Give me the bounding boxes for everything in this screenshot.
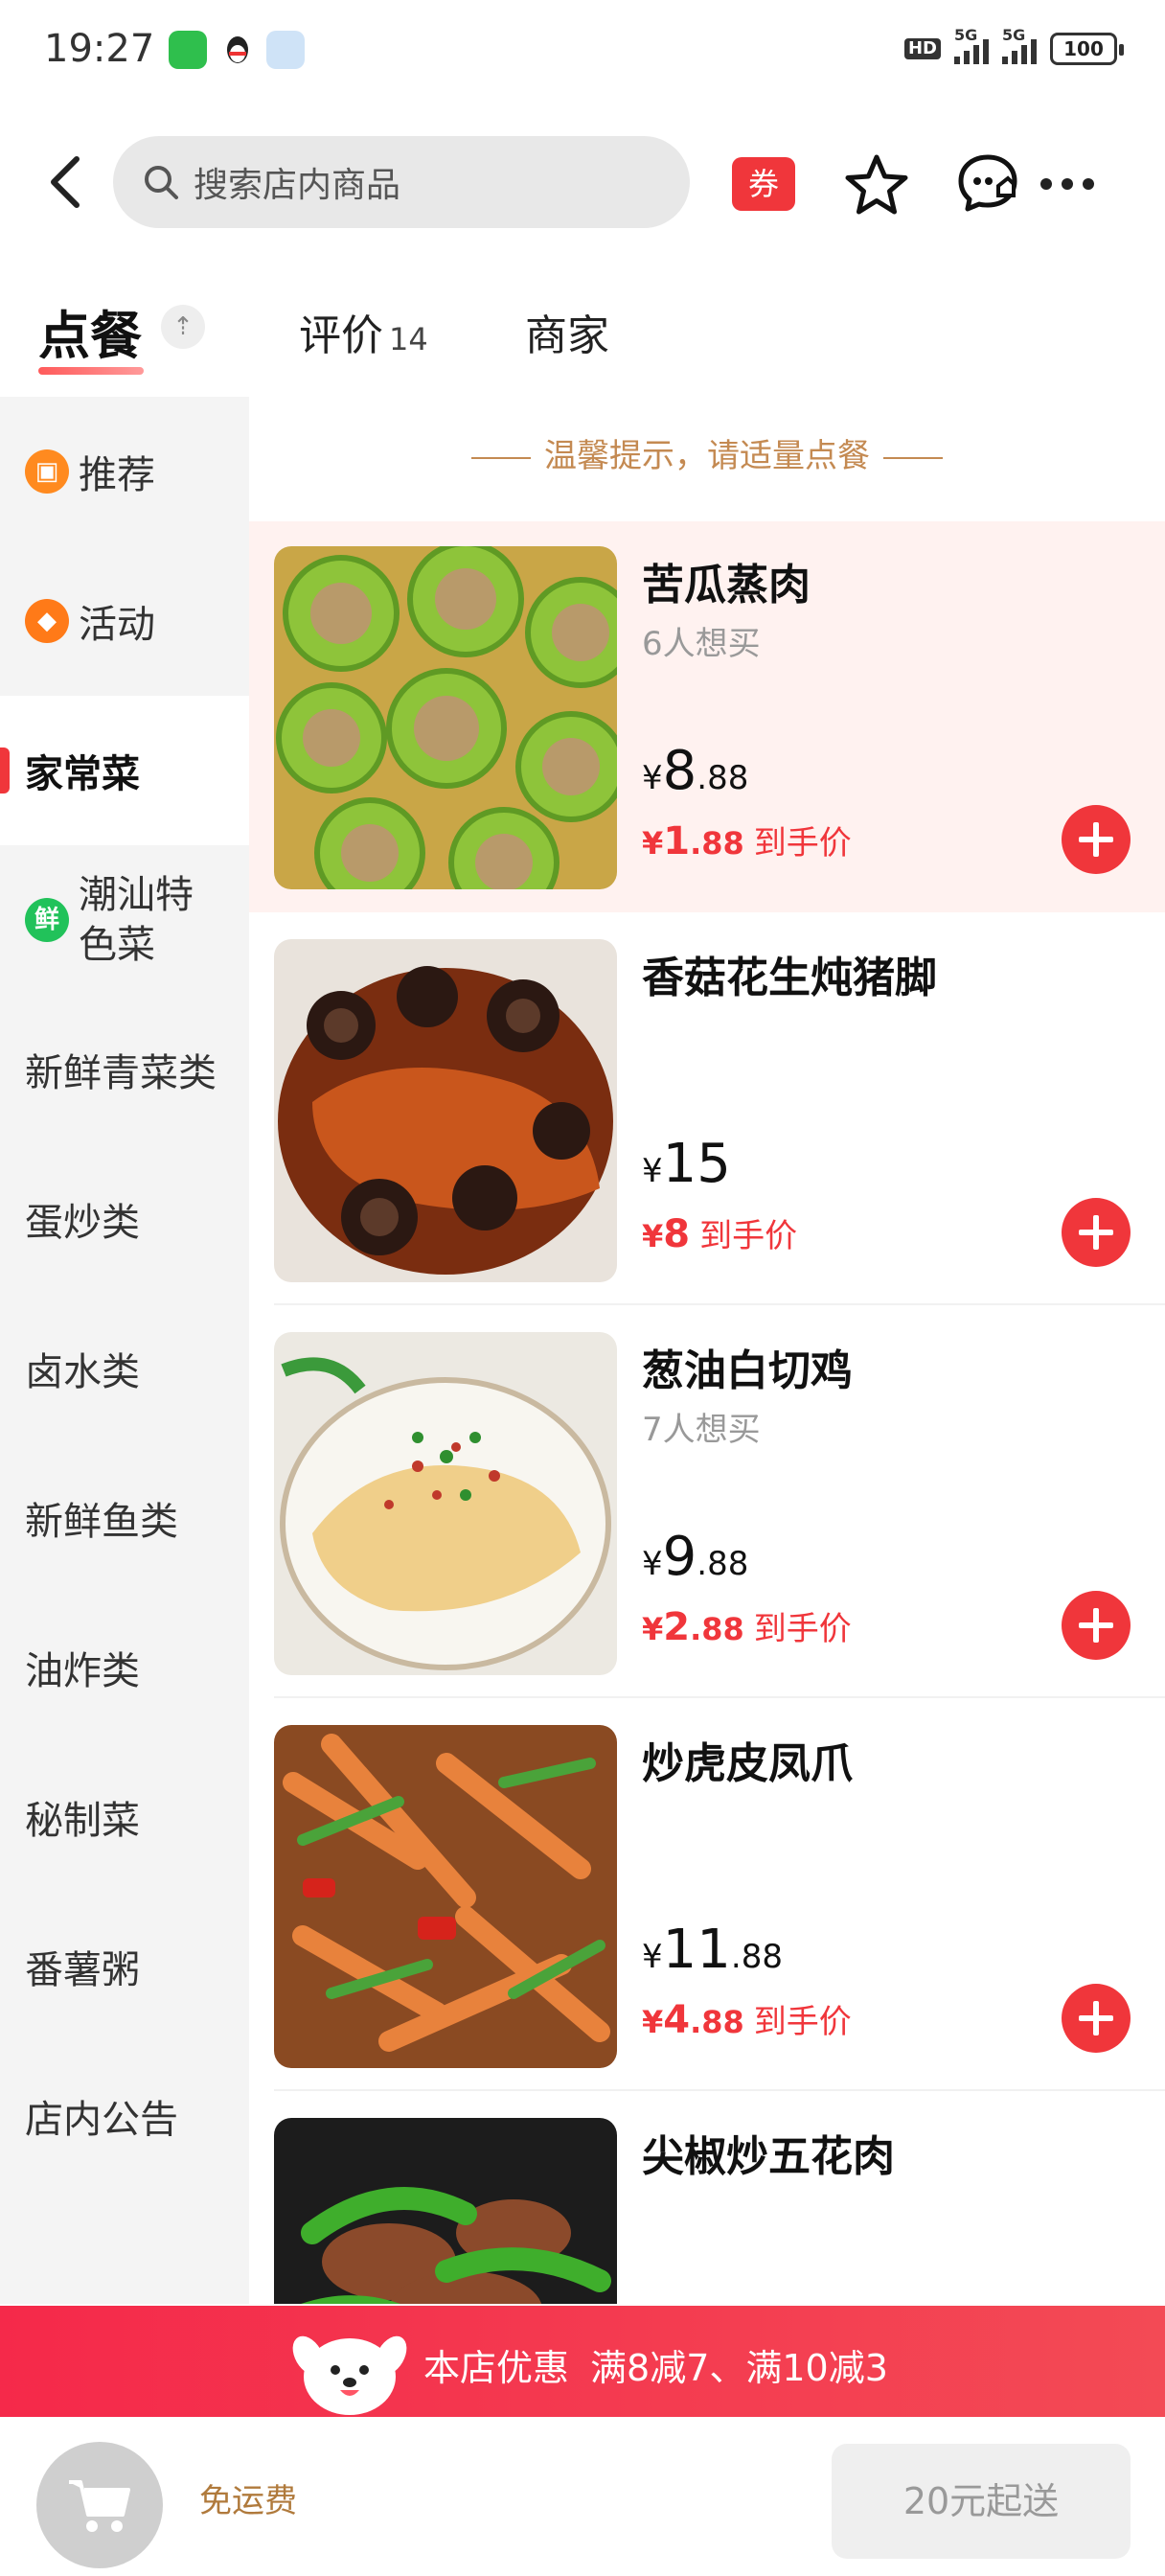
reviews-count: 14 xyxy=(389,321,428,357)
sidebar-item-fish[interactable]: 新鲜鱼类 xyxy=(0,1443,249,1593)
product-item[interactable]: 苦瓜蒸肉 6人想买 ¥8.88 ¥1.88 到手价 xyxy=(249,521,1165,912)
promo-text: 本店优惠 满8减7、满10减3 xyxy=(423,2347,888,2389)
tab-order[interactable]: 点餐 xyxy=(38,293,144,375)
product-name: 香菇花生炖猪脚 xyxy=(642,954,937,1002)
search-placeholder: 搜索店内商品 xyxy=(194,166,401,205)
fresh-badge-icon: 鲜 xyxy=(25,898,69,942)
product-image[interactable] xyxy=(274,939,617,1282)
battery-icon: 100 xyxy=(1050,33,1124,65)
product-name: 尖椒炒五花肉 xyxy=(642,2132,895,2181)
sidebar-item-home-dishes[interactable]: 家常菜 xyxy=(0,696,249,845)
product-price: ¥8.88 xyxy=(642,740,749,802)
status-right: HD 5G 5G 100 xyxy=(903,26,1124,65)
product-price: ¥11.88 xyxy=(642,1919,783,1981)
signal-icon: 5G xyxy=(1002,26,1037,64)
add-to-cart-button[interactable] xyxy=(1062,805,1131,874)
add-to-cart-button[interactable] xyxy=(1062,1984,1131,2053)
qq-icon xyxy=(218,31,257,69)
product-item[interactable]: 尖椒炒五花肉 xyxy=(249,2093,1165,2304)
cart-button[interactable] xyxy=(36,2442,163,2568)
signal-icon: 5G xyxy=(954,26,989,64)
tab-reviews[interactable]: 评价 14 xyxy=(299,301,428,362)
sidebar-item-recommend[interactable]: ▣ 推荐 xyxy=(0,397,249,546)
product-item[interactable]: 炒虎皮凤爪 ¥11.88 ¥4.88 到手价 xyxy=(249,1700,1165,2091)
product-image[interactable] xyxy=(274,2118,617,2304)
hd-badge: HD xyxy=(903,38,941,59)
product-want-count: 7人想买 xyxy=(642,1411,761,1449)
sidebar-item-notice[interactable]: 店内公告 xyxy=(0,2041,249,2191)
product-deal-price: ¥8 到手价 xyxy=(642,1212,798,1256)
tab-shop[interactable]: 商家 xyxy=(525,301,609,362)
product-item[interactable]: 香菇花生炖猪脚 ¥15 ¥8 到手价 xyxy=(249,914,1165,1305)
product-name: 苦瓜蒸肉 xyxy=(642,561,811,610)
product-deal-price: ¥4.88 到手价 xyxy=(642,1998,852,2042)
product-image[interactable] xyxy=(274,546,617,889)
add-to-cart-button[interactable] xyxy=(1062,1591,1131,1660)
product-name: 葱油白切鸡 xyxy=(642,1346,853,1395)
min-order-button[interactable]: 20元起送 xyxy=(832,2444,1131,2559)
product-price: ¥15 xyxy=(642,1133,731,1195)
back-arrow-icon[interactable] xyxy=(38,151,96,213)
product-deal-price: ¥1.88 到手价 xyxy=(642,819,852,863)
status-bar: 19:27 HD 5G 5G 100 xyxy=(0,0,1165,105)
sidebar-item-vegetables[interactable]: 新鲜青菜类 xyxy=(0,995,249,1144)
sidebar-item-braised[interactable]: 卤水类 xyxy=(0,1294,249,1443)
sidebar-item-fried[interactable]: 油炸类 xyxy=(0,1593,249,1742)
sidebar-item-congee[interactable]: 番薯粥 xyxy=(0,1892,249,2041)
product-image[interactable] xyxy=(274,1332,617,1675)
recommend-icon: ▣ xyxy=(25,449,69,494)
status-time: 19:27 xyxy=(44,27,155,71)
sidebar-item-secret[interactable]: 秘制菜 xyxy=(0,1742,249,1892)
coupon-button[interactable]: 券 xyxy=(732,157,795,211)
search-input[interactable]: 搜索店内商品 xyxy=(113,136,690,228)
store-tabs: 点餐 ⇡ 评价 14 商家 xyxy=(0,288,1165,383)
checkout-bar: 免运费 20元起送 xyxy=(0,2417,1165,2576)
category-sidebar: ▣ 推荐 ◆ 活动 家常菜 鲜 潮汕特 色菜 新鲜青菜类 蛋炒类 卤水类 新鲜鱼类… xyxy=(0,397,249,2304)
collapse-icon[interactable]: ⇡ xyxy=(161,305,205,349)
product-want-count: 6人想买 xyxy=(642,625,761,663)
product-price: ¥9.88 xyxy=(642,1526,749,1588)
product-list: 温馨提示，请适量点餐 苦瓜蒸肉 6人想买 ¥8.88 ¥1.88 到手价 香菇花… xyxy=(249,397,1165,2304)
free-shipping-label: 免运费 xyxy=(199,2482,297,2520)
sidebar-item-activity[interactable]: ◆ 活动 xyxy=(0,546,249,696)
more-menu-icon[interactable] xyxy=(1040,178,1094,190)
app-notification-icon xyxy=(266,31,305,69)
add-to-cart-button[interactable] xyxy=(1062,1198,1131,1267)
promo-banner[interactable]: 本店优惠 满8减7、满10减3 xyxy=(0,2306,1165,2417)
activity-icon: ◆ xyxy=(25,599,69,643)
cart-icon xyxy=(69,2480,130,2532)
product-image[interactable] xyxy=(274,1725,617,2068)
search-icon xyxy=(145,166,178,199)
product-item[interactable]: 葱油白切鸡 7人想买 ¥9.88 ¥2.88 到手价 xyxy=(249,1307,1165,1698)
favorite-star-icon[interactable] xyxy=(843,151,910,218)
customer-service-icon[interactable] xyxy=(954,150,1021,217)
product-deal-price: ¥2.88 到手价 xyxy=(642,1605,852,1649)
sidebar-item-chaoshan[interactable]: 鲜 潮汕特 色菜 xyxy=(0,845,249,995)
mascot-dog-icon xyxy=(292,2335,407,2415)
top-nav: 搜索店内商品 券 xyxy=(0,125,1165,240)
sidebar-item-egg-fried[interactable]: 蛋炒类 xyxy=(0,1144,249,1294)
product-name: 炒虎皮凤爪 xyxy=(642,1739,853,1788)
tip-banner: 温馨提示，请适量点餐 xyxy=(249,429,1165,476)
wechat-icon xyxy=(169,31,207,69)
